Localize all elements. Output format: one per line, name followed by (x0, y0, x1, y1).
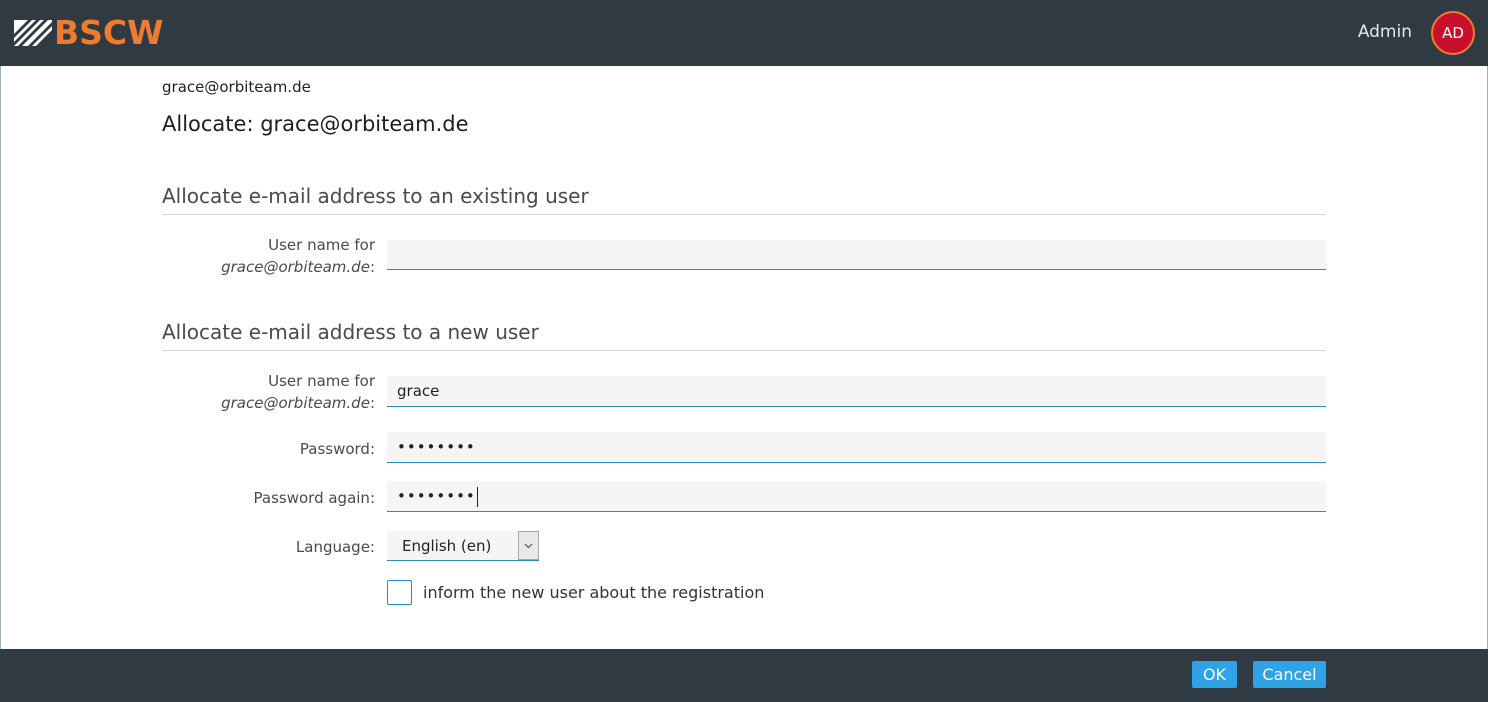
new-username-label-line2: grace@orbiteam.de: (221, 392, 375, 414)
password-again-label: Password again: (253, 489, 375, 507)
logo-text: BSCW (54, 13, 164, 52)
password-again-value: •••••••• (397, 487, 476, 505)
content-frame (0, 66, 1488, 649)
bscw-logo-icon (14, 14, 52, 52)
avatar[interactable]: AD (1431, 11, 1475, 55)
cancel-button[interactable]: Cancel (1253, 661, 1326, 688)
breadcrumb[interactable]: grace@orbiteam.de (162, 76, 311, 98)
new-username-label: User name for grace@orbiteam.de: (221, 370, 375, 414)
user-name-label[interactable]: Admin (1358, 21, 1412, 43)
inform-user-label[interactable]: inform the new user about the registrati… (423, 582, 764, 604)
language-select[interactable]: English (en) (387, 531, 539, 561)
existing-username-label-suffix: : (369, 258, 375, 276)
new-username-label-line1: User name for (268, 372, 375, 390)
existing-username-label-email: grace@orbiteam.de (221, 258, 370, 276)
section-heading-new-user: Allocate e-mail address to a new user (162, 318, 1326, 351)
bscw-logo[interactable]: BSCW (14, 14, 164, 52)
page-title: Allocate: grace@orbiteam.de (162, 112, 469, 136)
section-heading-existing-user: Allocate e-mail address to an existing u… (162, 182, 1326, 215)
existing-username-label-line2: grace@orbiteam.de: (221, 256, 375, 278)
language-select-value: English (en) (402, 537, 492, 555)
password-again-input[interactable]: •••••••• (387, 481, 1326, 512)
language-label: Language: (295, 538, 375, 556)
new-username-label-email: grace@orbiteam.de (221, 394, 370, 412)
inform-user-checkbox[interactable] (387, 580, 412, 605)
new-username-label-suffix: : (369, 394, 375, 412)
top-bar: BSCW Admin AD (0, 0, 1488, 66)
chevron-down-icon[interactable] (518, 531, 539, 560)
text-caret (476, 486, 478, 507)
existing-username-label-line1: User name for (268, 236, 375, 254)
password-label: Password: (299, 440, 375, 458)
ok-button[interactable]: OK (1192, 661, 1237, 688)
existing-username-label: User name for grace@orbiteam.de: (221, 234, 375, 278)
new-username-input[interactable]: grace (387, 376, 1326, 407)
password-input[interactable]: •••••••• (387, 432, 1326, 463)
existing-username-input[interactable] (387, 240, 1326, 270)
avatar-initials: AD (1442, 24, 1464, 42)
